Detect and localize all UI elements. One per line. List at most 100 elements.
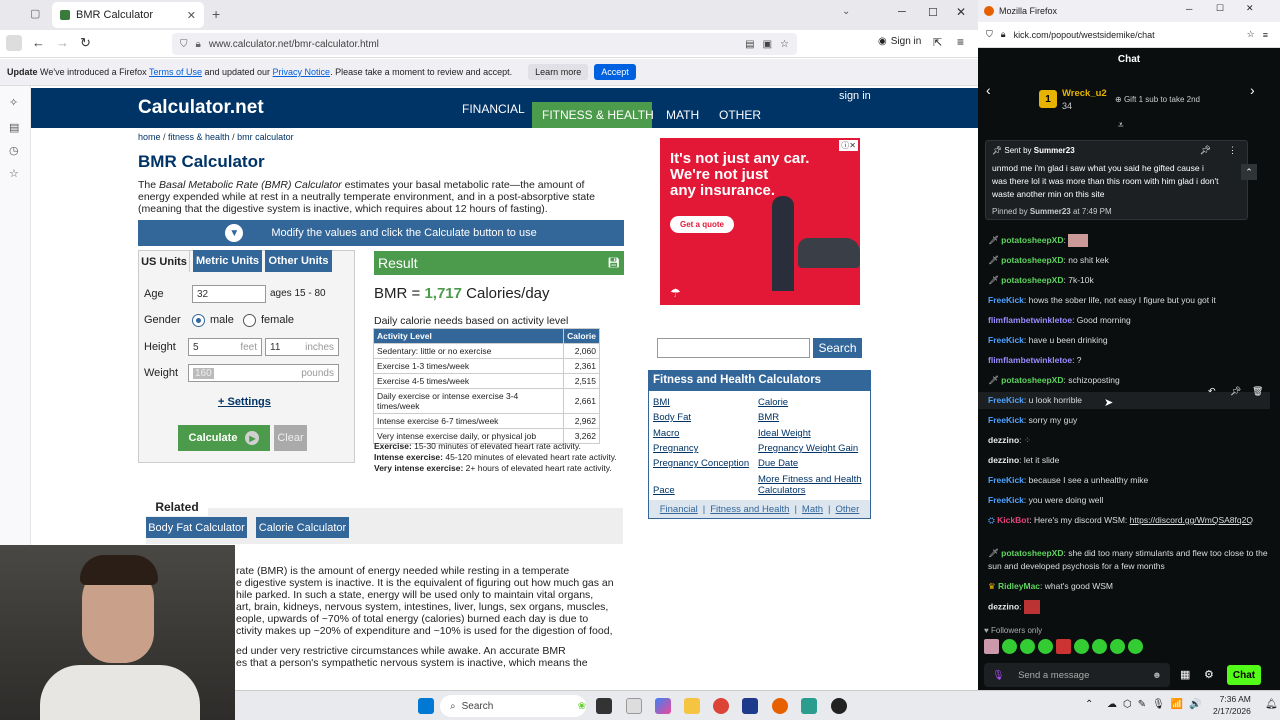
settings-gear-icon[interactable]: ⚙ — [1204, 668, 1214, 681]
crumb-fitness[interactable]: fitness & health — [168, 132, 230, 142]
chat-url-bar[interactable]: ⛉ 🔒︎ kick.com/popout/westsidemike/chat ☆… — [978, 22, 1280, 48]
menu-icon[interactable]: ≡ — [957, 35, 964, 49]
crumb-home[interactable]: home — [138, 132, 161, 142]
maximize-icon[interactable]: ☐ — [928, 6, 938, 19]
footer-math[interactable]: Math — [802, 504, 823, 515]
emote-icon[interactable] — [1074, 639, 1089, 654]
nav-math[interactable]: MATH — [666, 108, 699, 122]
tab-bmr[interactable]: BMR Calculator ✕ — [52, 2, 204, 28]
forward-icon[interactable]: → — [56, 35, 69, 50]
emoji-icon[interactable]: ☻ — [1152, 670, 1162, 681]
discord-link[interactable]: https://discord.gg/WmQSA8fq2Q — [1130, 515, 1253, 525]
link-macro[interactable]: Macro — [653, 428, 679, 439]
clock[interactable]: 7:36 AM 2/17/2026 — [1213, 693, 1251, 717]
bookmark-star-icon[interactable]: ☆ — [780, 39, 789, 50]
female-radio[interactable] — [243, 314, 256, 327]
site-sign-in-link[interactable]: sign in — [839, 90, 871, 102]
link-bmi[interactable]: BMI — [653, 397, 670, 408]
file-explorer-icon[interactable] — [684, 698, 700, 714]
emote-icon[interactable] — [1038, 639, 1053, 654]
link-more-fitness[interactable]: More Fitness and Health Calculators — [758, 474, 866, 496]
site-search-input[interactable] — [657, 338, 810, 358]
top-gifter-name[interactable]: Wreck_u2 — [1062, 88, 1107, 99]
microphone-icon[interactable]: 🎙︎ — [992, 670, 1004, 681]
learn-more-button[interactable]: Learn more — [528, 64, 589, 80]
feet-input[interactable]: 5 feet — [188, 338, 262, 356]
screenshot-icon[interactable]: ▣ — [763, 39, 772, 50]
get-quote-button[interactable]: Get a quote — [670, 216, 735, 233]
nav-other[interactable]: OTHER — [719, 108, 761, 122]
app-icon[interactable] — [742, 698, 758, 714]
obs-icon[interactable] — [831, 698, 847, 714]
tabs-list-icon[interactable]: ▢ — [30, 7, 40, 20]
emote-icon[interactable] — [1110, 639, 1125, 654]
pin-toggle-icon[interactable]: 📌︎ — [1200, 145, 1211, 156]
terms-link[interactable]: Terms of Use — [149, 67, 202, 77]
save-icon[interactable]: 💾︎ — [607, 258, 620, 269]
notification-icon[interactable]: 🔔︎ — [1265, 699, 1278, 710]
weight-input[interactable]: 160 pounds — [188, 364, 339, 382]
male-radio[interactable] — [192, 314, 205, 327]
windows-start-icon[interactable] — [418, 698, 434, 714]
copilot-icon[interactable] — [655, 698, 671, 714]
reload-icon[interactable]: ↻ — [80, 35, 91, 51]
taskbar-search[interactable]: ⌕ Search ❀ — [440, 695, 586, 717]
link-pregnancy-weight-gain[interactable]: Pregnancy Weight Gain — [758, 443, 858, 454]
related-calorie-button[interactable]: Calorie Calculator — [256, 517, 349, 538]
more-options-icon[interactable]: ⋮ — [1228, 145, 1237, 156]
store-icon[interactable]: ▦ — [1180, 668, 1190, 681]
insurance-ad[interactable]: It's not just any car. We're not just an… — [660, 138, 860, 305]
link-ideal-weight[interactable]: Ideal Weight — [758, 428, 811, 439]
tab-us-units[interactable]: US Units — [138, 250, 190, 272]
link-pregnancy-conception[interactable]: Pregnancy Conception — [653, 458, 749, 469]
footer-financial[interactable]: Financial — [660, 504, 698, 515]
settings-link[interactable]: + Settings — [218, 396, 271, 408]
footer-other[interactable]: Other — [836, 504, 860, 515]
ad-info-icon[interactable]: ⓘ✕ — [839, 140, 858, 151]
history-icon[interactable]: ◷ — [9, 144, 22, 157]
minimize-icon[interactable]: ─ — [898, 6, 906, 18]
reader-icon[interactable]: ▤ — [745, 39, 754, 50]
emote-icon[interactable] — [1002, 639, 1017, 654]
close-tab-icon[interactable]: ✕ — [187, 9, 196, 22]
chevron-down-icon[interactable]: ⌄ — [842, 6, 850, 17]
app-icon[interactable] — [801, 698, 817, 714]
link-pregnancy[interactable]: Pregnancy — [653, 443, 698, 454]
chrome-icon[interactable] — [713, 698, 729, 714]
bookmark-star-icon[interactable]: ☆ — [1247, 29, 1255, 40]
emote-icon[interactable] — [1056, 639, 1071, 654]
sign-in-button[interactable]: ◉ Sign in — [878, 36, 921, 47]
new-tab-icon[interactable]: + — [212, 6, 220, 22]
task-view-icon[interactable] — [596, 698, 612, 714]
url-bar[interactable]: ⛉ 🔒︎ www.calculator.net/bmr-calculator.h… — [172, 33, 797, 55]
chat-send-button[interactable]: Chat — [1227, 665, 1261, 685]
site-search-button[interactable]: Search — [813, 338, 862, 358]
back-icon[interactable]: ← — [32, 35, 45, 50]
extensions-icon[interactable]: ⇱ — [933, 36, 942, 49]
emote-icon[interactable] — [1092, 639, 1107, 654]
next-arrow-icon[interactable]: › — [1250, 82, 1255, 98]
emote-icon[interactable] — [984, 639, 999, 654]
tray-icons[interactable]: ☁⬡✎🎙︎📶🔊 — [1107, 699, 1208, 710]
link-pace[interactable]: Pace — [653, 485, 675, 496]
calculate-button[interactable]: Calculate ▶ — [178, 425, 270, 451]
link-calorie[interactable]: Calorie — [758, 397, 788, 408]
notepad-icon[interactable] — [626, 698, 642, 714]
pin-message-icon[interactable]: 📌︎ — [1230, 386, 1241, 397]
chat-maximize-icon[interactable]: ☐ — [1216, 3, 1224, 14]
emote-icon[interactable] — [1128, 639, 1143, 654]
menu-icon[interactable]: ≡ — [1263, 30, 1268, 40]
site-logo[interactable]: Calculator.net — [138, 97, 264, 119]
firefox-taskbar-icon[interactable] — [772, 698, 788, 714]
tray-chevron-icon[interactable]: ⌃ — [1085, 699, 1093, 710]
collapse-pinned-icon[interactable]: ⌃ — [1241, 164, 1257, 180]
tab-metric-units[interactable]: Metric Units — [193, 250, 262, 272]
reply-icon[interactable]: ↶ — [1208, 386, 1216, 397]
delete-icon[interactable]: 🗑︎ — [1252, 386, 1263, 397]
nav-financial[interactable]: FINANCIAL — [462, 102, 525, 116]
age-input[interactable]: 32 — [192, 285, 266, 303]
related-body-fat-button[interactable]: Body Fat Calculator — [146, 517, 247, 538]
filter-icon[interactable]: ⩡ — [1118, 120, 1124, 131]
crumb-bmr[interactable]: bmr calculator — [237, 132, 294, 142]
bookmarks-icon[interactable]: ☆ — [9, 167, 22, 180]
